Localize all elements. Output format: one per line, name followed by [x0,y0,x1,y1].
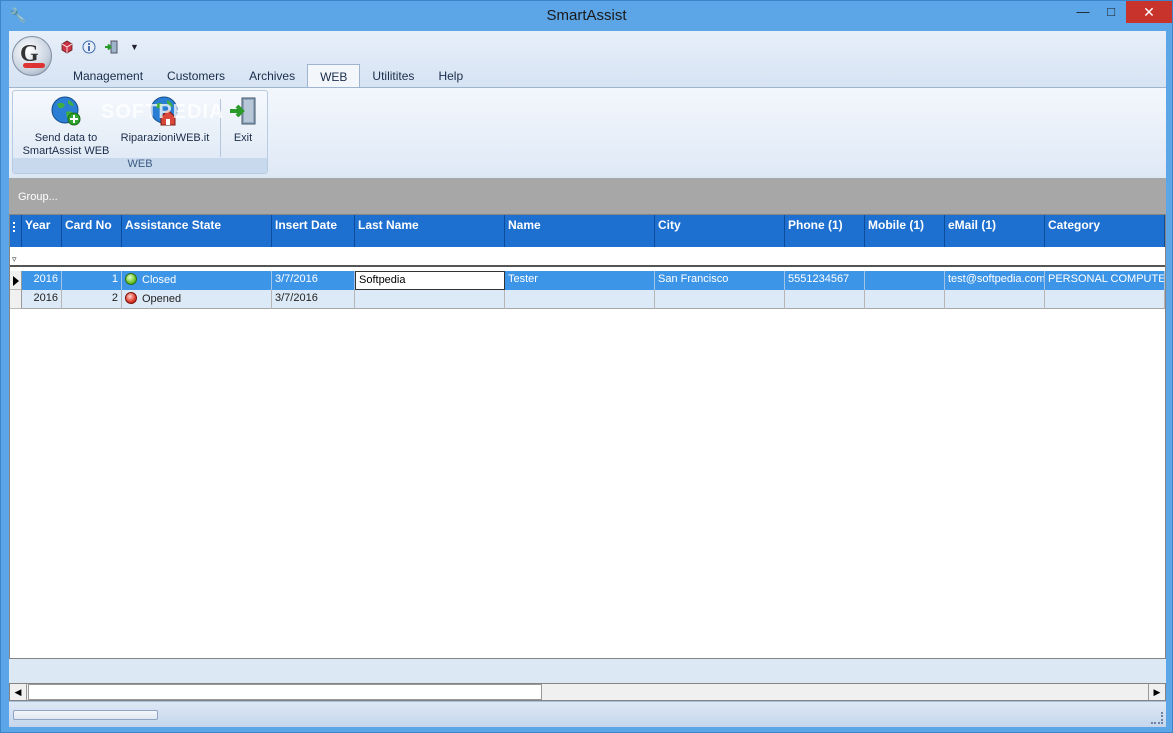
col-header-last-name[interactable]: Last Name [355,215,505,247]
softpedia-watermark: SOFTPEDIA [101,101,225,123]
close-button[interactable]: ✕ [1126,1,1172,23]
col-header-city[interactable]: City [655,215,785,247]
col-header-assistance-state[interactable]: Assistance State [122,215,272,247]
cell-email[interactable]: test@softpedia.com [945,271,1045,290]
ribbon-header: G ▼ Management Customers Archives WEB Ut… [9,31,1166,88]
exit-door-icon [227,95,259,127]
tab-customers[interactable]: Customers [155,64,237,88]
col-header-phone[interactable]: Phone (1) [785,215,865,247]
tab-management[interactable]: Management [61,64,155,88]
cell-name[interactable]: Tester [505,271,655,290]
exit-label: Exit [233,132,253,144]
cell-insert-date[interactable]: 3/7/2016 [272,290,355,309]
status-bar [9,701,1166,727]
tab-archives[interactable]: Archives [237,64,307,88]
tab-utilities[interactable]: Utilitites [360,64,426,88]
cell-year[interactable]: 2016 [22,290,62,309]
cell-city[interactable]: San Francisco [655,271,785,290]
cell-last-name[interactable] [355,290,505,309]
scrollbar-thumb[interactable] [28,684,542,700]
col-header-name[interactable]: Name [505,215,655,247]
qat-package-icon[interactable] [58,38,76,56]
riparazioni-web-label: RiparazioniWEB.it [120,132,210,144]
resize-grip-icon[interactable] [1151,712,1163,724]
horizontal-scrollbar[interactable]: ◀ ▶ [9,683,1166,701]
cell-insert-date[interactable]: 3/7/2016 [272,271,355,290]
cell-city[interactable] [655,290,785,309]
ribbon-group-web: Send data to SmartAssist WEB Riparazioni… [12,90,268,174]
logo-swoosh [23,63,45,68]
cell-year[interactable]: 2016 [22,271,62,290]
col-header-category[interactable]: Category [1045,215,1165,247]
scroll-right-icon[interactable]: ▶ [1148,684,1165,700]
globe-add-icon [50,95,82,127]
app-window: 🔧 SmartAssist — □ ✕ G ▼ Management Custo… [0,0,1173,733]
col-header-insert-date[interactable]: Insert Date [272,215,355,247]
cell-card-no[interactable]: 1 [62,271,122,290]
table-row[interactable]: 2016 2 Opened 3/7/2016 [10,290,1165,309]
status-opened-icon [125,292,137,304]
tab-help[interactable]: Help [426,64,475,88]
scroll-left-icon[interactable]: ◀ [10,684,27,700]
send-data-button[interactable]: Send data to SmartAssist WEB [19,95,113,158]
window-title: SmartAssist [546,7,627,24]
send-data-label-1: Send data to [34,132,98,144]
row-selector[interactable] [10,290,22,309]
cell-mobile[interactable] [865,271,945,290]
state-label: Closed [142,274,177,286]
cell-phone[interactable]: 5551234567 [785,271,865,290]
exit-button[interactable]: Exit [223,95,263,145]
group-by-panel[interactable]: Group... [9,178,1166,214]
tab-web[interactable]: WEB [307,64,361,88]
cell-assistance-state[interactable]: Opened [122,290,272,309]
col-header-email[interactable]: eMail (1) [945,215,1045,247]
data-grid[interactable]: Year Card No Assistance State Insert Dat… [9,214,1166,659]
table-row[interactable]: 2016 1 Closed 3/7/2016 Softpedia Tester … [10,271,1165,290]
col-header-card-no[interactable]: Card No [62,215,122,247]
minimize-button[interactable]: — [1069,1,1097,23]
cell-email[interactable] [945,290,1045,309]
state-label: Opened [142,293,182,305]
cell-assistance-state[interactable]: Closed [122,271,272,290]
status-progress-bar [13,710,158,720]
filter-row[interactable]: ▿ [10,247,1165,267]
filter-icon[interactable]: ▿ [12,254,17,265]
cell-category[interactable]: PERSONAL COMPUTE [1045,271,1165,290]
cell-name[interactable] [505,290,655,309]
status-closed-icon [125,273,137,285]
send-data-label-2: SmartAssist WEB [22,145,110,157]
col-header-year[interactable]: Year [22,215,62,247]
col-header-mobile[interactable]: Mobile (1) [865,215,945,247]
qat-exit-icon[interactable] [102,38,120,56]
maximize-button[interactable]: □ [1097,1,1125,23]
cell-category[interactable] [1045,290,1165,309]
quick-access-toolbar: ▼ [58,37,139,57]
group-by-hint: Group... [18,191,58,203]
cell-card-no[interactable]: 2 [62,290,122,309]
qat-customize-dropdown-icon[interactable]: ▼ [130,42,139,52]
qat-info-icon[interactable] [80,38,98,56]
ribbon-group-label: WEB [13,158,267,173]
row-selector-icon[interactable] [10,271,22,290]
client-area: G ▼ Management Customers Archives WEB Ut… [9,31,1166,727]
cell-mobile[interactable] [865,290,945,309]
ribbon-tabs: Management Customers Archives WEB Utilit… [61,64,475,88]
application-menu-button[interactable]: G [12,36,52,76]
column-chooser-icon[interactable] [10,215,22,247]
cell-last-name-editor[interactable]: Softpedia [355,271,505,290]
grid-header: Year Card No Assistance State Insert Dat… [10,215,1165,247]
title-bar[interactable]: 🔧 SmartAssist — □ ✕ [1,1,1172,31]
cell-phone[interactable] [785,290,865,309]
ribbon-body: Send data to SmartAssist WEB Riparazioni… [9,87,1166,175]
